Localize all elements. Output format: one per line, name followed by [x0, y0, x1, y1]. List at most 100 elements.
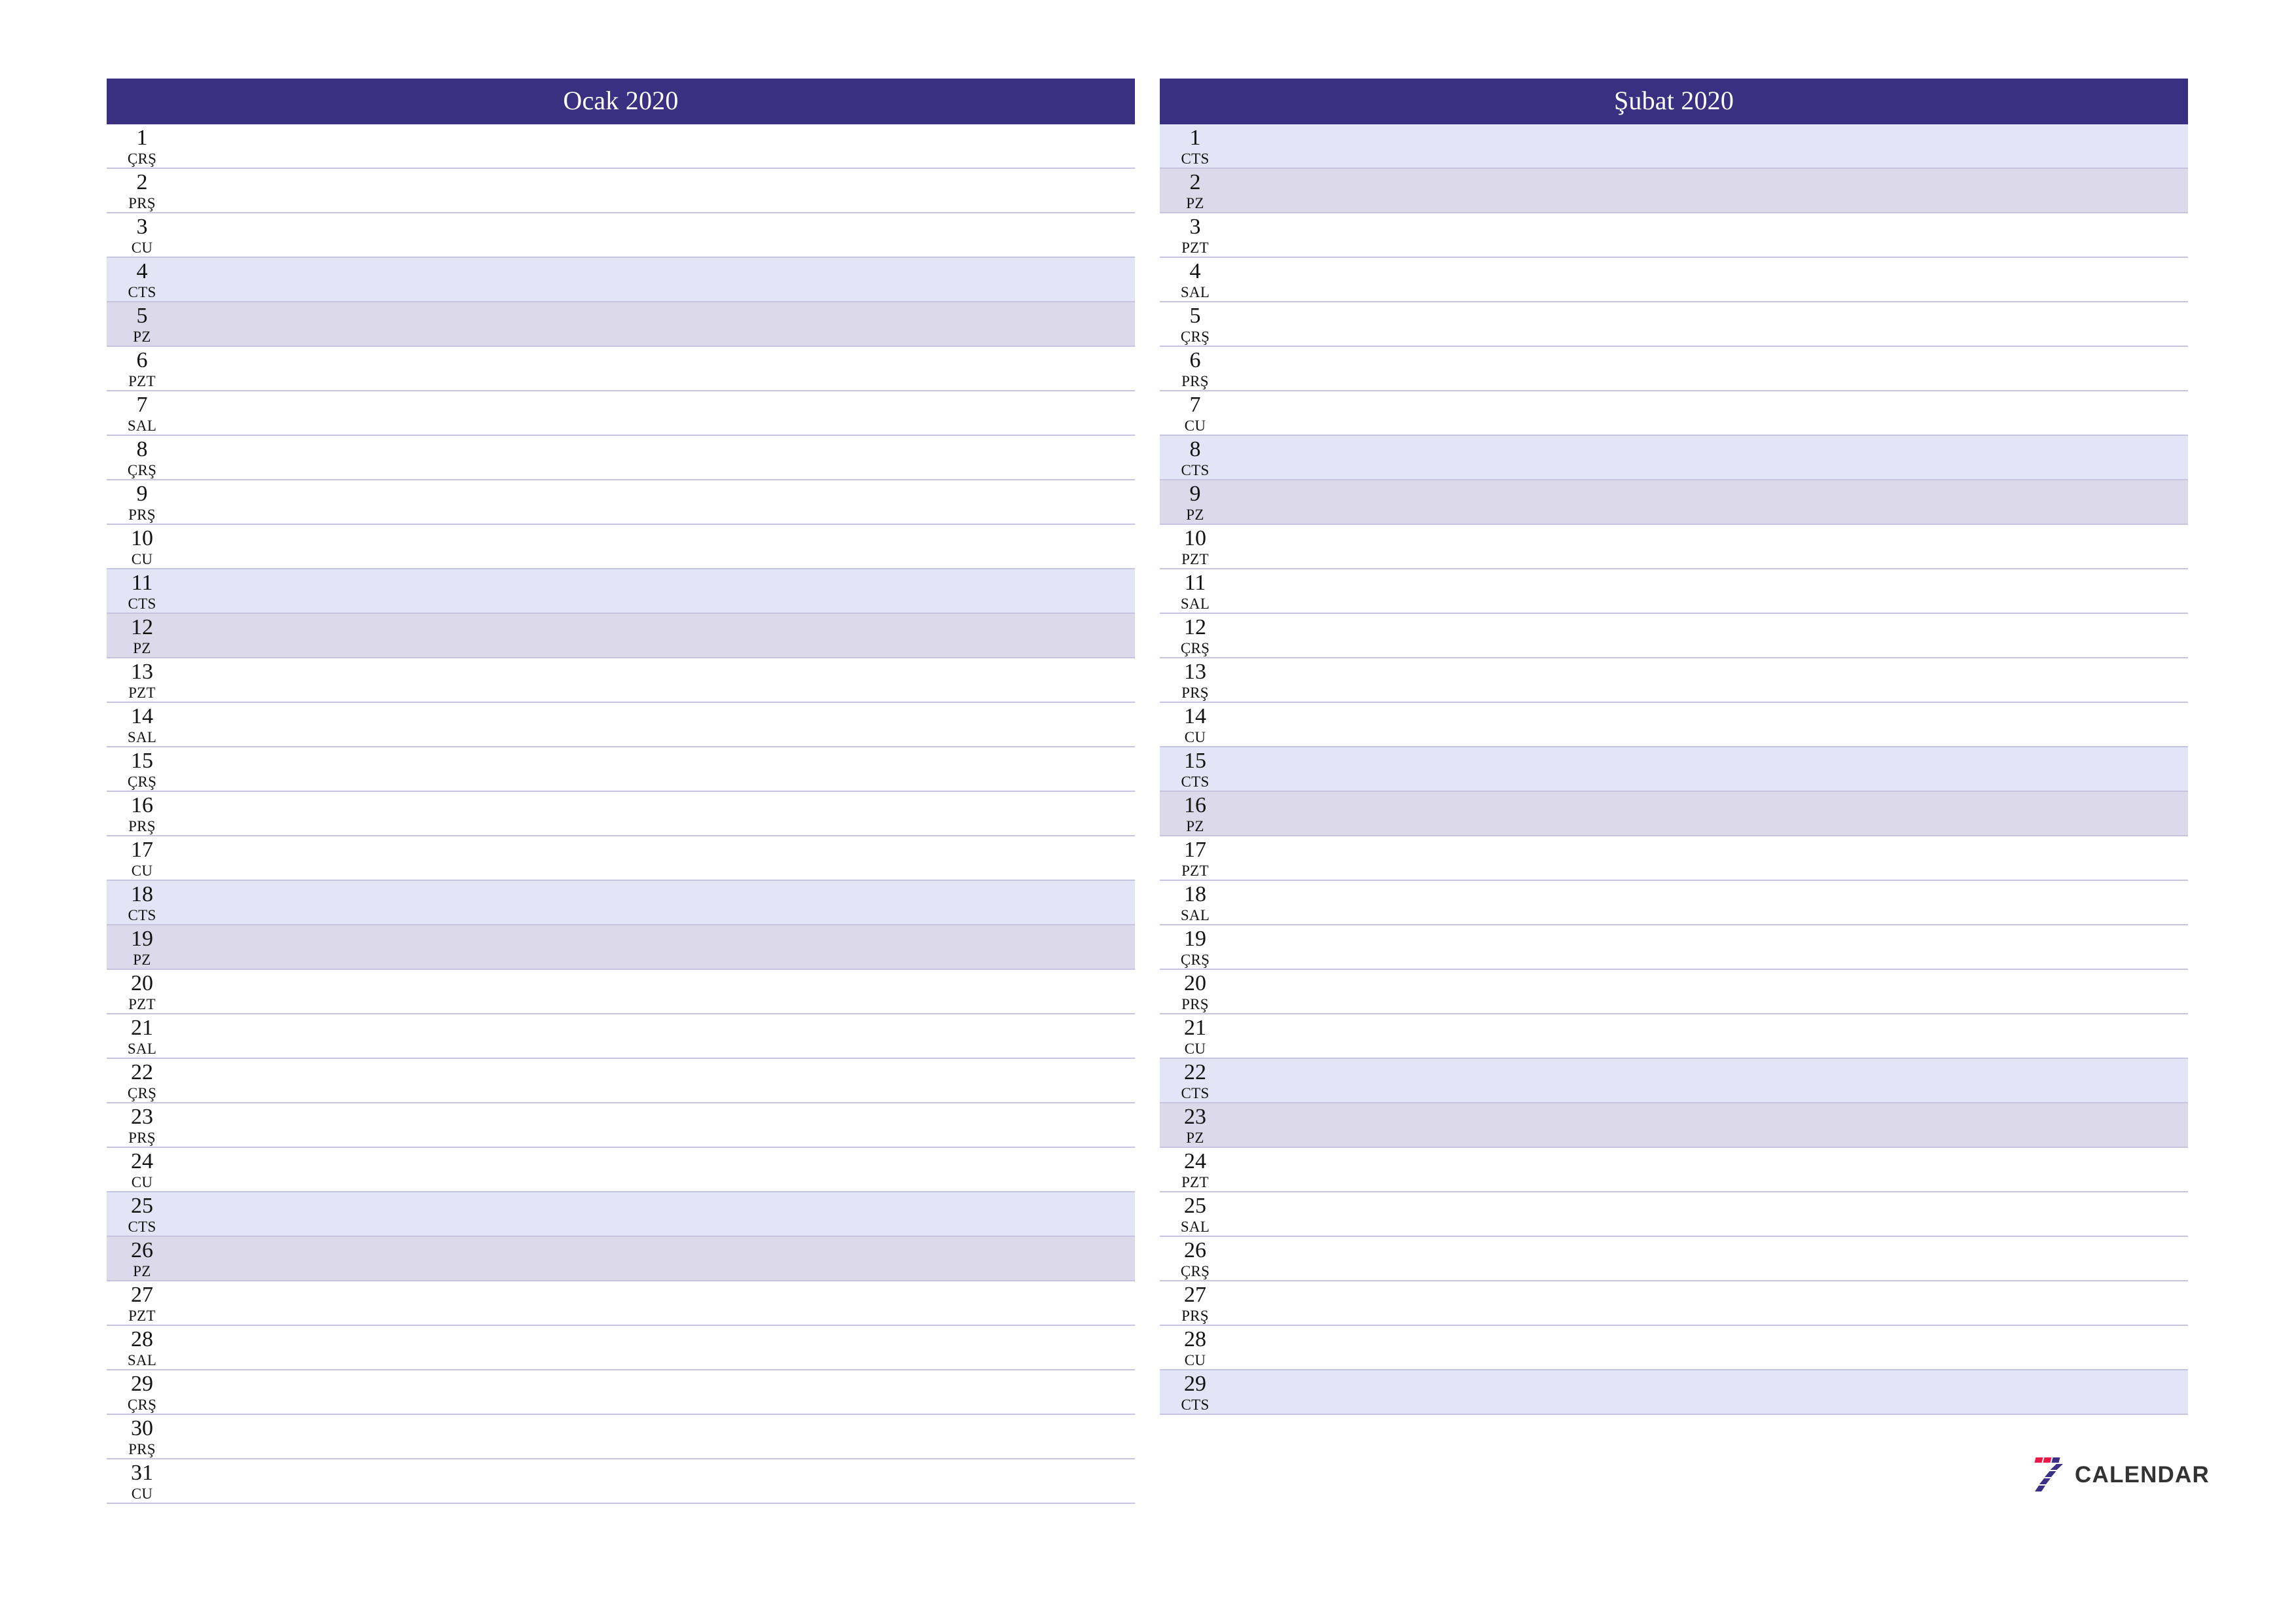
day-note-area[interactable]	[1230, 391, 2188, 435]
day-row[interactable]: 10 PZT	[1160, 525, 2188, 569]
day-note-area[interactable]	[1230, 614, 2188, 657]
day-row[interactable]: 5 ÇRŞ	[1160, 302, 2188, 347]
day-note-area[interactable]	[177, 1281, 1135, 1325]
day-row[interactable]: 28 CU	[1160, 1326, 2188, 1370]
day-note-area[interactable]	[177, 480, 1135, 524]
day-row[interactable]: 11 CTS	[107, 569, 1135, 614]
day-note-area[interactable]	[1230, 302, 2188, 346]
day-note-area[interactable]	[177, 1148, 1135, 1191]
day-note-area[interactable]	[1230, 124, 2188, 168]
day-note-area[interactable]	[177, 658, 1135, 702]
day-row[interactable]: 18 CTS	[107, 881, 1135, 925]
day-note-area[interactable]	[1230, 747, 2188, 791]
day-note-area[interactable]	[1230, 569, 2188, 613]
day-note-area[interactable]	[177, 391, 1135, 435]
day-note-area[interactable]	[177, 1370, 1135, 1414]
day-row[interactable]: 2 PZ	[1160, 169, 2188, 213]
day-note-area[interactable]	[177, 436, 1135, 479]
day-row[interactable]: 15 CTS	[1160, 747, 2188, 792]
day-row[interactable]: 9 PRŞ	[107, 480, 1135, 525]
day-row[interactable]: 5 PZ	[107, 302, 1135, 347]
day-note-area[interactable]	[1230, 258, 2188, 301]
day-row[interactable]: 8 ÇRŞ	[107, 436, 1135, 480]
day-note-area[interactable]	[1230, 881, 2188, 924]
day-row[interactable]: 4 SAL	[1160, 258, 2188, 302]
day-row[interactable]: 24 CU	[107, 1148, 1135, 1192]
day-note-area[interactable]	[177, 1459, 1135, 1503]
day-note-area[interactable]	[177, 302, 1135, 346]
day-row[interactable]: 25 CTS	[107, 1192, 1135, 1237]
day-row[interactable]: 17 PZT	[1160, 836, 2188, 881]
day-row[interactable]: 7 SAL	[107, 391, 1135, 436]
day-note-area[interactable]	[1230, 1370, 2188, 1414]
day-note-area[interactable]	[177, 124, 1135, 168]
day-row[interactable]: 9 PZ	[1160, 480, 2188, 525]
day-row[interactable]: 6 PZT	[107, 347, 1135, 391]
day-row[interactable]: 21 SAL	[107, 1014, 1135, 1059]
day-row[interactable]: 11 SAL	[1160, 569, 2188, 614]
day-row[interactable]: 6 PRŞ	[1160, 347, 2188, 391]
day-note-area[interactable]	[177, 1014, 1135, 1058]
day-note-area[interactable]	[177, 1415, 1135, 1458]
day-row[interactable]: 1 ÇRŞ	[107, 124, 1135, 169]
day-note-area[interactable]	[1230, 525, 2188, 568]
day-note-area[interactable]	[177, 258, 1135, 301]
day-note-area[interactable]	[177, 881, 1135, 924]
day-note-area[interactable]	[1230, 703, 2188, 746]
day-note-area[interactable]	[1230, 1326, 2188, 1369]
day-row[interactable]: 24 PZT	[1160, 1148, 2188, 1192]
day-note-area[interactable]	[177, 747, 1135, 791]
day-row[interactable]: 26 ÇRŞ	[1160, 1237, 2188, 1281]
day-row[interactable]: 14 SAL	[107, 703, 1135, 747]
day-note-area[interactable]	[177, 213, 1135, 257]
day-note-area[interactable]	[1230, 347, 2188, 390]
day-note-area[interactable]	[177, 525, 1135, 568]
day-note-area[interactable]	[1230, 169, 2188, 212]
day-note-area[interactable]	[1230, 436, 2188, 479]
day-row[interactable]: 13 PRŞ	[1160, 658, 2188, 703]
day-row[interactable]: 12 PZ	[107, 614, 1135, 658]
day-note-area[interactable]	[1230, 1103, 2188, 1147]
day-row[interactable]: 29 CTS	[1160, 1370, 2188, 1415]
day-row[interactable]: 27 PRŞ	[1160, 1281, 2188, 1326]
day-row[interactable]: 25 SAL	[1160, 1192, 2188, 1237]
day-note-area[interactable]	[1230, 792, 2188, 835]
day-note-area[interactable]	[177, 970, 1135, 1013]
day-note-area[interactable]	[177, 169, 1135, 212]
day-note-area[interactable]	[177, 347, 1135, 390]
day-row[interactable]: 13 PZT	[107, 658, 1135, 703]
day-note-area[interactable]	[1230, 1059, 2188, 1102]
day-row[interactable]: 15 ÇRŞ	[107, 747, 1135, 792]
day-row[interactable]: 22 ÇRŞ	[107, 1059, 1135, 1103]
day-row[interactable]: 17 CU	[107, 836, 1135, 881]
day-row[interactable]: 31 CU	[107, 1459, 1135, 1504]
day-row[interactable]: 27 PZT	[107, 1281, 1135, 1326]
day-row[interactable]: 16 PRŞ	[107, 792, 1135, 836]
day-note-area[interactable]	[177, 1059, 1135, 1102]
day-note-area[interactable]	[177, 1237, 1135, 1280]
day-note-area[interactable]	[1230, 1014, 2188, 1058]
day-row[interactable]: 29 ÇRŞ	[107, 1370, 1135, 1415]
day-row[interactable]: 30 PRŞ	[107, 1415, 1135, 1459]
day-note-area[interactable]	[1230, 658, 2188, 702]
day-row[interactable]: 20 PRŞ	[1160, 970, 2188, 1014]
day-note-area[interactable]	[1230, 1237, 2188, 1280]
day-row[interactable]: 23 PRŞ	[107, 1103, 1135, 1148]
day-row[interactable]: 10 CU	[107, 525, 1135, 569]
day-row[interactable]: 20 PZT	[107, 970, 1135, 1014]
day-row[interactable]: 19 PZ	[107, 925, 1135, 970]
day-note-area[interactable]	[1230, 836, 2188, 880]
day-note-area[interactable]	[177, 792, 1135, 835]
day-row[interactable]: 4 CTS	[107, 258, 1135, 302]
day-note-area[interactable]	[177, 569, 1135, 613]
day-row[interactable]: 23 PZ	[1160, 1103, 2188, 1148]
day-note-area[interactable]	[177, 703, 1135, 746]
day-note-area[interactable]	[1230, 925, 2188, 969]
day-note-area[interactable]	[1230, 1281, 2188, 1325]
day-note-area[interactable]	[1230, 1192, 2188, 1236]
day-note-area[interactable]	[177, 1192, 1135, 1236]
day-note-area[interactable]	[177, 925, 1135, 969]
day-note-area[interactable]	[177, 614, 1135, 657]
day-row[interactable]: 8 CTS	[1160, 436, 2188, 480]
day-row[interactable]: 21 CU	[1160, 1014, 2188, 1059]
